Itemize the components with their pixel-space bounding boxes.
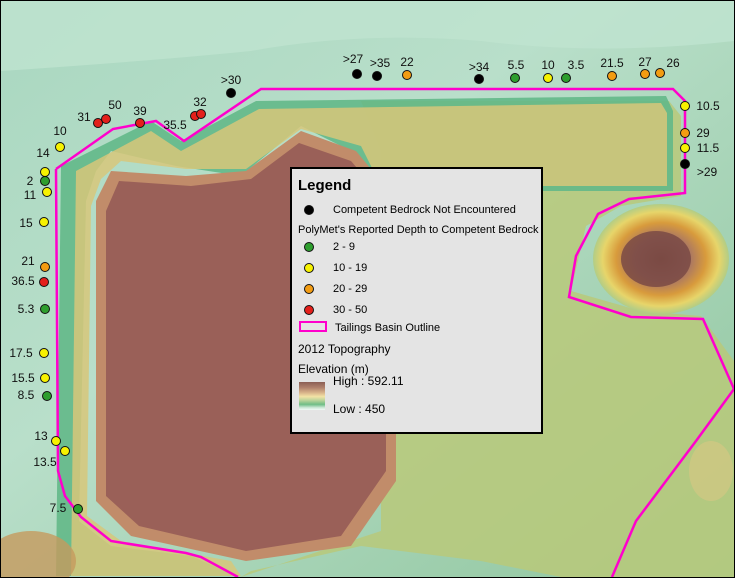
bedrock-point-yellow: [42, 187, 52, 197]
bedrock-point-label: 8.5: [17, 388, 35, 402]
legend-outline-swatch: [299, 321, 327, 332]
legend-class-4-label: 30 - 50: [333, 304, 368, 316]
bedrock-point-yellow: [55, 142, 65, 152]
bedrock-point-black: [372, 71, 382, 81]
legend-dot-orange: [304, 284, 314, 294]
bedrock-point-label: 27: [638, 55, 652, 69]
bedrock-point-label: 5.5: [507, 58, 525, 72]
legend-dot-green: [304, 242, 314, 252]
bedrock-point-label: 2: [26, 174, 34, 188]
bedrock-point-green: [510, 73, 520, 83]
bedrock-point-label: 39: [133, 104, 147, 118]
bedrock-point-label: 32: [193, 95, 207, 109]
tailings-basin-map: >27 >35 22 >34 5.5 10 3.5 21.5 27 26 >30 10.5 29 11.5…: [0, 0, 735, 578]
bedrock-point-red: [196, 109, 206, 119]
legend-dot-red: [304, 305, 314, 315]
bedrock-point-label: 15.5: [11, 371, 35, 385]
bedrock-point-label: 13.5: [33, 455, 57, 469]
bedrock-point-label: 14: [36, 146, 50, 160]
bedrock-point-yellow: [51, 436, 61, 446]
legend-black-dot: [304, 205, 314, 215]
bedrock-point-label: >35: [369, 56, 391, 70]
bedrock-point-yellow: [680, 143, 690, 153]
bedrock-point-orange: [607, 71, 617, 81]
bedrock-point-label: 36.5: [11, 274, 35, 288]
legend-title: Legend: [298, 177, 352, 194]
bedrock-point-label: 50: [108, 98, 122, 112]
legend-box: Legend Competent Bedrock Not Encountered…: [290, 167, 543, 434]
bedrock-point-black: [680, 159, 690, 169]
bedrock-point-red: [101, 114, 111, 124]
bedrock-point-label: 35.5: [163, 118, 187, 132]
bedrock-point-label: 10: [541, 58, 555, 72]
bedrock-point-red: [135, 118, 145, 128]
bedrock-point-black: [474, 74, 484, 84]
bedrock-point-black: [352, 69, 362, 79]
bedrock-point-orange: [655, 68, 665, 78]
bedrock-point-label: 5.3: [17, 302, 35, 316]
bedrock-point-label: 29: [696, 126, 710, 140]
legend-class-1-label: 2 - 9: [333, 241, 356, 253]
legend-not-encountered-label: Competent Bedrock Not Encountered: [333, 204, 516, 216]
bedrock-point-black: [226, 88, 236, 98]
bedrock-point-green: [561, 73, 571, 83]
bedrock-point-label: 21: [21, 254, 35, 268]
bedrock-point-yellow: [680, 101, 690, 111]
bedrock-point-label: >27: [342, 52, 364, 66]
bedrock-point-green: [40, 304, 50, 314]
bedrock-point-yellow: [39, 348, 49, 358]
bedrock-point-label: 10.5: [696, 99, 720, 113]
bedrock-point-label: 22: [400, 55, 414, 69]
bedrock-point-green: [40, 176, 50, 186]
bedrock-point-label: 3.5: [567, 58, 585, 72]
bedrock-point-green: [73, 504, 83, 514]
bedrock-point-label: 10: [53, 124, 67, 138]
bedrock-point-label: 26: [666, 56, 680, 70]
bedrock-point-label: 11.5: [696, 141, 720, 155]
bedrock-point-orange: [40, 262, 50, 272]
bedrock-point-label: 7.5: [49, 501, 67, 515]
bedrock-point-yellow: [543, 73, 553, 83]
bedrock-point-label: >30: [220, 73, 242, 87]
legend-basin-outline-label: Tailings Basin Outline: [335, 322, 441, 334]
bedrock-point-green: [42, 391, 52, 401]
legend-class-2-label: 10 - 19: [333, 262, 368, 274]
legend-class-3-label: 20 - 29: [333, 283, 368, 295]
bedrock-point-yellow: [60, 446, 70, 456]
legend-dot-yellow: [304, 263, 314, 273]
bedrock-point-label: 31: [77, 110, 91, 124]
bedrock-point-orange: [640, 69, 650, 79]
bedrock-point-label: 21.5: [600, 56, 624, 70]
legend-topo-title: 2012 Topography: [298, 342, 391, 356]
bedrock-point-orange: [680, 128, 690, 138]
bedrock-point-yellow: [40, 373, 50, 383]
legend-depth-header: PolyMet's Reported Depth to Competent Be…: [298, 224, 539, 236]
bedrock-point-label: >29: [696, 165, 718, 179]
bedrock-point-label: 15: [19, 216, 33, 230]
bedrock-point-label: >34: [468, 60, 490, 74]
bedrock-point-red: [39, 277, 49, 287]
bedrock-point-label: 13: [34, 429, 48, 443]
bedrock-point-label: 17.5: [9, 346, 33, 360]
legend-low-label: Low : 450: [333, 402, 386, 416]
bedrock-point-orange: [402, 70, 412, 80]
bedrock-point-yellow: [39, 217, 49, 227]
legend-elevation-ramp: [299, 382, 325, 410]
legend-high-label: High : 592.11: [333, 374, 404, 388]
bedrock-point-label: 11: [23, 188, 37, 202]
